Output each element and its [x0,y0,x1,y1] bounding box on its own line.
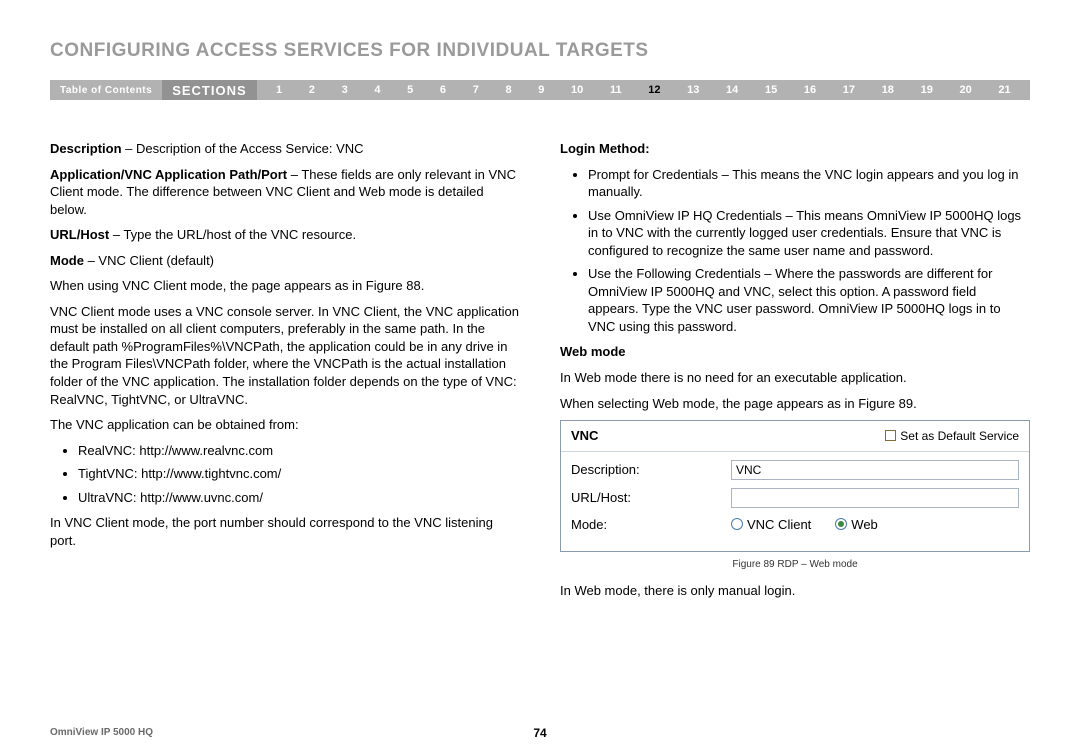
figure-body: Description: URL/Host: Mode: [561,452,1029,552]
section-link-1[interactable]: 1 [276,84,282,96]
section-link-6[interactable]: 6 [440,84,446,96]
row-url-host: URL/Host: [571,488,1019,508]
radio-icon[interactable] [731,518,743,530]
url-host-label: URL/Host [50,227,109,242]
app-path-line: Application/VNC Application Path/Port – … [50,166,520,219]
desc-line: Description – Description of the Access … [50,140,520,158]
mode-line: Mode – VNC Client (default) [50,252,520,270]
mode-form-label: Mode: [571,516,731,534]
section-link-4[interactable]: 4 [374,84,380,96]
mode-radio-group: VNC Client Web [731,516,1019,534]
page-footer: OmniView IP 5000 HQ 74 [50,727,1030,738]
section-numbers: 1 2 3 4 5 6 7 8 9 10 11 12 13 14 15 16 1… [257,84,1030,96]
app-path-label: Application/VNC Application Path/Port [50,167,287,182]
radio-icon-selected[interactable] [835,518,847,530]
section-link-9[interactable]: 9 [538,84,544,96]
section-link-20[interactable]: 20 [959,84,971,96]
web-mode-p1: In Web mode there is no need for an exec… [560,369,1030,387]
checkbox-icon[interactable] [885,430,896,441]
list-item: UltraVNC: http://www.uvnc.com/ [78,489,520,507]
list-item: TightVNC: http://www.tightvnc.com/ [78,465,520,483]
login-method-list: Prompt for Credentials – This means the … [560,166,1030,336]
product-name: OmniView IP 5000 HQ [50,727,153,738]
vnc-sources-list: RealVNC: http://www.realvnc.com TightVNC… [50,442,520,507]
default-service-option[interactable]: Set as Default Service [885,428,1019,444]
radio-web[interactable]: Web [835,516,878,534]
footer-right-spacer [1027,727,1030,738]
url-host-text: – Type the URL/host of the VNC resource. [109,227,356,242]
section-link-14[interactable]: 14 [726,84,738,96]
description-input[interactable] [731,460,1019,480]
web-mode-p3: In Web mode, there is only manual login. [560,582,1030,600]
mode-text: – VNC Client (default) [84,253,214,268]
section-link-7[interactable]: 7 [473,84,479,96]
section-link-3[interactable]: 3 [342,84,348,96]
toc-link[interactable]: Table of Contents [50,85,162,96]
vnc-client-ref: When using VNC Client mode, the page app… [50,277,520,295]
section-link-2[interactable]: 2 [309,84,315,96]
list-item: RealVNC: http://www.realvnc.com [78,442,520,460]
section-link-8[interactable]: 8 [505,84,511,96]
obtained-from: The VNC application can be obtained from… [50,416,520,434]
url-host-form-label: URL/Host: [571,489,731,507]
list-item: Prompt for Credentials – This means the … [588,166,1030,201]
section-link-16[interactable]: 16 [804,84,816,96]
manual-page: CONFIGURING ACCESS SERVICES FOR INDIVIDU… [0,0,1080,756]
right-column: Login Method: Prompt for Credentials – T… [560,140,1030,607]
port-note: In VNC Client mode, the port number shou… [50,514,520,549]
radio-label-vnc-client: VNC Client [747,516,811,534]
row-mode: Mode: VNC Client Web [571,516,1019,534]
url-host-input[interactable] [731,488,1019,508]
desc-label: Description [50,141,122,156]
section-navbar: Table of Contents SECTIONS 1 2 3 4 5 6 7… [50,80,1030,100]
mode-label: Mode [50,253,84,268]
figure-title: VNC [571,427,598,445]
login-method-heading: Login Method: [560,140,1030,158]
section-link-10[interactable]: 10 [571,84,583,96]
section-link-11[interactable]: 11 [610,84,622,96]
list-item: Use OmniView IP HQ Credentials – This me… [588,207,1030,260]
radio-label-web: Web [851,516,878,534]
section-link-5[interactable]: 5 [407,84,413,96]
section-link-15[interactable]: 15 [765,84,777,96]
row-description: Description: [571,460,1019,480]
left-column: Description – Description of the Access … [50,140,520,607]
list-item: Use the Following Credentials – Where th… [588,265,1030,335]
page-number: 74 [533,726,546,740]
section-link-21[interactable]: 21 [998,84,1010,96]
section-link-13[interactable]: 13 [687,84,699,96]
figure-caption: Figure 89 RDP – Web mode [560,558,1030,572]
sections-label: SECTIONS [162,80,256,100]
web-mode-p2: When selecting Web mode, the page appear… [560,395,1030,413]
page-title: CONFIGURING ACCESS SERVICES FOR INDIVIDU… [50,40,1030,62]
vnc-client-detail: VNC Client mode uses a VNC console serve… [50,303,520,408]
section-link-18[interactable]: 18 [882,84,894,96]
content-columns: Description – Description of the Access … [50,140,1030,607]
section-link-17[interactable]: 17 [843,84,855,96]
web-mode-heading: Web mode [560,343,1030,361]
section-link-19[interactable]: 19 [921,84,933,96]
radio-vnc-client[interactable]: VNC Client [731,516,811,534]
description-label: Description: [571,461,731,479]
section-link-12[interactable]: 12 [648,84,660,96]
figure-89-panel: VNC Set as Default Service Description: … [560,420,1030,552]
url-host-line: URL/Host – Type the URL/host of the VNC … [50,226,520,244]
default-service-label: Set as Default Service [900,428,1019,444]
figure-header: VNC Set as Default Service [561,421,1029,452]
desc-text: – Description of the Access Service: VNC [122,141,364,156]
